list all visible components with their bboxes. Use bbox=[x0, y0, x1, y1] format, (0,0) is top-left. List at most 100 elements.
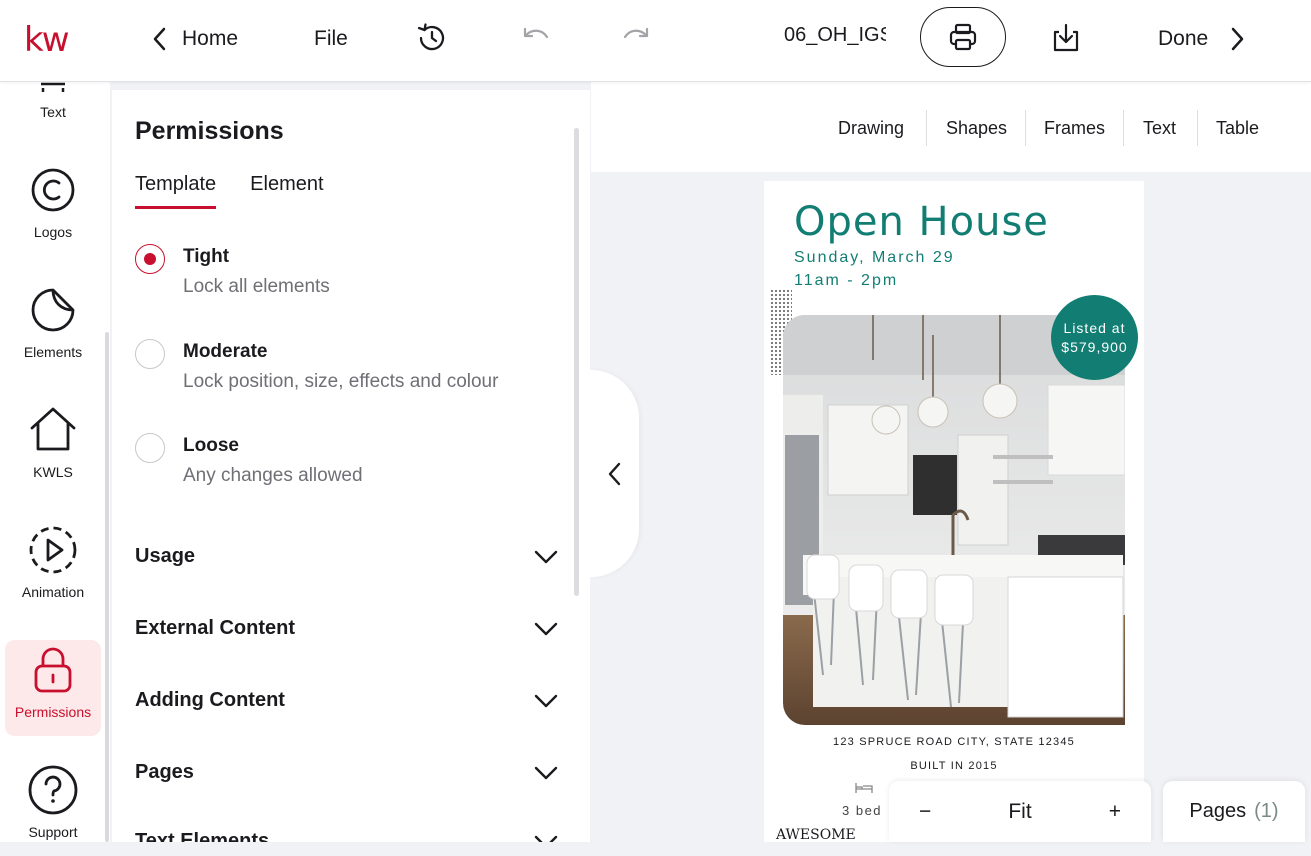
chevron-down-icon bbox=[534, 550, 558, 563]
history-icon bbox=[417, 23, 445, 51]
download-icon bbox=[1053, 23, 1079, 52]
bed-icon bbox=[855, 783, 873, 793]
panel-scrollbar[interactable] bbox=[574, 128, 579, 596]
kw-logo[interactable]: kw bbox=[24, 20, 69, 60]
home-button[interactable]: Home bbox=[150, 22, 238, 56]
option-title: Moderate bbox=[183, 341, 268, 362]
permissions-panel: Permissions Template Element Tight Lock … bbox=[112, 90, 590, 842]
section-usage[interactable]: Usage bbox=[135, 545, 559, 568]
zoom-in-button[interactable]: + bbox=[1109, 800, 1121, 824]
option-loose[interactable]: Loose Any changes allowed bbox=[135, 433, 363, 487]
option-description: Any changes allowed bbox=[183, 465, 363, 486]
sidebar-item-label: Permissions bbox=[14, 704, 92, 720]
design-page[interactable]: Open House Sunday, March 29 11am - 2pm L… bbox=[764, 181, 1144, 842]
divider bbox=[926, 110, 927, 146]
option-moderate[interactable]: Moderate Lock position, size, effects an… bbox=[135, 339, 499, 393]
print-button[interactable] bbox=[920, 7, 1006, 67]
sidebar-item-animation[interactable]: Animation bbox=[5, 520, 101, 616]
flyer-beds[interactable]: 3 bed bbox=[842, 803, 882, 818]
section-label: External Content bbox=[135, 617, 296, 639]
option-tight[interactable]: Tight Lock all elements bbox=[135, 244, 330, 298]
tool-frames[interactable]: Frames bbox=[1044, 118, 1105, 139]
house-icon bbox=[27, 404, 79, 456]
tab-element[interactable]: Element bbox=[250, 173, 323, 209]
play-circle-icon bbox=[27, 524, 79, 576]
done-button[interactable]: Done bbox=[1158, 22, 1246, 56]
insert-toolbar: Drawing Shapes Frames Text Table bbox=[591, 82, 1311, 172]
sidebar-item-label: Support bbox=[28, 824, 78, 840]
tab-template[interactable]: Template bbox=[135, 173, 217, 209]
radio-tight[interactable] bbox=[135, 244, 165, 274]
zoom-out-button[interactable]: − bbox=[919, 800, 931, 824]
sidebar-item-logos[interactable]: Logos bbox=[5, 160, 101, 256]
home-label: Home bbox=[182, 27, 239, 50]
option-title: Loose bbox=[183, 435, 239, 456]
kitchen-photo[interactable] bbox=[783, 315, 1125, 725]
help-icon bbox=[27, 764, 79, 816]
chevron-left-icon bbox=[153, 27, 166, 51]
price-badge[interactable]: Listed at $579,900 bbox=[1051, 295, 1138, 380]
chevron-down-icon bbox=[534, 835, 558, 842]
sidebar-item-elements[interactable]: Elements bbox=[5, 280, 101, 376]
sidebar-item-permissions[interactable]: Permissions bbox=[5, 640, 101, 736]
panel-title: Permissions bbox=[135, 117, 284, 145]
pages-button[interactable]: Pages (1) bbox=[1163, 781, 1305, 842]
printer-icon bbox=[949, 23, 977, 51]
redo-icon bbox=[623, 27, 649, 39]
price-value: $579,900 bbox=[1061, 338, 1128, 355]
section-label: Adding Content bbox=[135, 689, 285, 711]
download-button[interactable] bbox=[1046, 18, 1086, 58]
section-adding-content[interactable]: Adding Content bbox=[135, 689, 559, 712]
divider bbox=[1197, 110, 1198, 146]
sidebar-item-kwls[interactable]: KWLS bbox=[5, 400, 101, 496]
redo-button[interactable] bbox=[617, 18, 657, 58]
option-description: Lock all elements bbox=[183, 276, 330, 297]
copyright-icon bbox=[27, 164, 79, 216]
section-label: Usage bbox=[135, 545, 196, 567]
section-label: Pages bbox=[135, 761, 194, 783]
option-description: Lock position, size, effects and colour bbox=[183, 371, 499, 392]
chevron-down-icon bbox=[534, 622, 558, 635]
flyer-time[interactable]: 11am - 2pm bbox=[794, 272, 898, 290]
sidebar-item-label: Animation bbox=[21, 584, 85, 600]
lock-icon bbox=[27, 644, 79, 696]
sidebar-item-label: Logos bbox=[33, 224, 73, 240]
document-filename[interactable]: 06_OH_IGS bbox=[784, 24, 886, 47]
flyer-date[interactable]: Sunday, March 29 bbox=[794, 249, 955, 267]
sidebar-scrollbar[interactable] bbox=[105, 332, 109, 842]
permission-tabs: Template Element bbox=[135, 173, 324, 209]
radio-loose[interactable] bbox=[135, 433, 165, 463]
top-bar: kw Home File 06_OH_IGS Done bbox=[0, 0, 1311, 82]
left-sidebar: Text Logos Elements KWLS Animation Permi… bbox=[0, 82, 110, 842]
sidebar-item-label: Text bbox=[40, 104, 66, 120]
tool-shapes[interactable]: Shapes bbox=[946, 118, 1007, 139]
collapse-panel-button[interactable] bbox=[590, 370, 639, 577]
flyer-address[interactable]: 123 SPRUCE ROAD CITY, STATE 12345 bbox=[764, 736, 1144, 748]
chevron-left-icon bbox=[608, 462, 620, 485]
option-title: Tight bbox=[183, 246, 230, 267]
divider bbox=[1025, 110, 1026, 146]
undo-button[interactable] bbox=[515, 18, 555, 58]
history-button[interactable] bbox=[412, 18, 452, 58]
tool-drawing[interactable]: Drawing bbox=[838, 118, 904, 139]
section-external-content[interactable]: External Content bbox=[135, 617, 559, 640]
section-text-elements[interactable]: Text Elements bbox=[135, 830, 559, 842]
zoom-fit-button[interactable]: Fit bbox=[1008, 800, 1031, 824]
flyer-title[interactable]: Open House bbox=[794, 199, 1049, 245]
tool-table[interactable]: Table bbox=[1216, 118, 1259, 139]
price-label: Listed at bbox=[1063, 319, 1126, 336]
pages-label: Pages bbox=[1189, 800, 1247, 822]
pages-count: (1) bbox=[1254, 800, 1279, 822]
file-menu-button[interactable]: File bbox=[314, 22, 348, 56]
chevron-right-icon bbox=[1231, 27, 1244, 51]
sidebar-item-label: Elements bbox=[23, 344, 83, 360]
divider bbox=[1123, 110, 1124, 146]
zoom-control: − Fit + bbox=[889, 781, 1151, 842]
section-pages[interactable]: Pages bbox=[135, 761, 559, 784]
brand-logo-text[interactable]: AWESOME bbox=[776, 827, 856, 842]
tool-text[interactable]: Text bbox=[1143, 118, 1176, 139]
sticker-icon bbox=[27, 284, 79, 336]
sidebar-item-label: KWLS bbox=[33, 464, 73, 480]
flyer-built-year[interactable]: BUILT IN 2015 bbox=[764, 760, 1144, 772]
radio-moderate[interactable] bbox=[135, 339, 165, 369]
